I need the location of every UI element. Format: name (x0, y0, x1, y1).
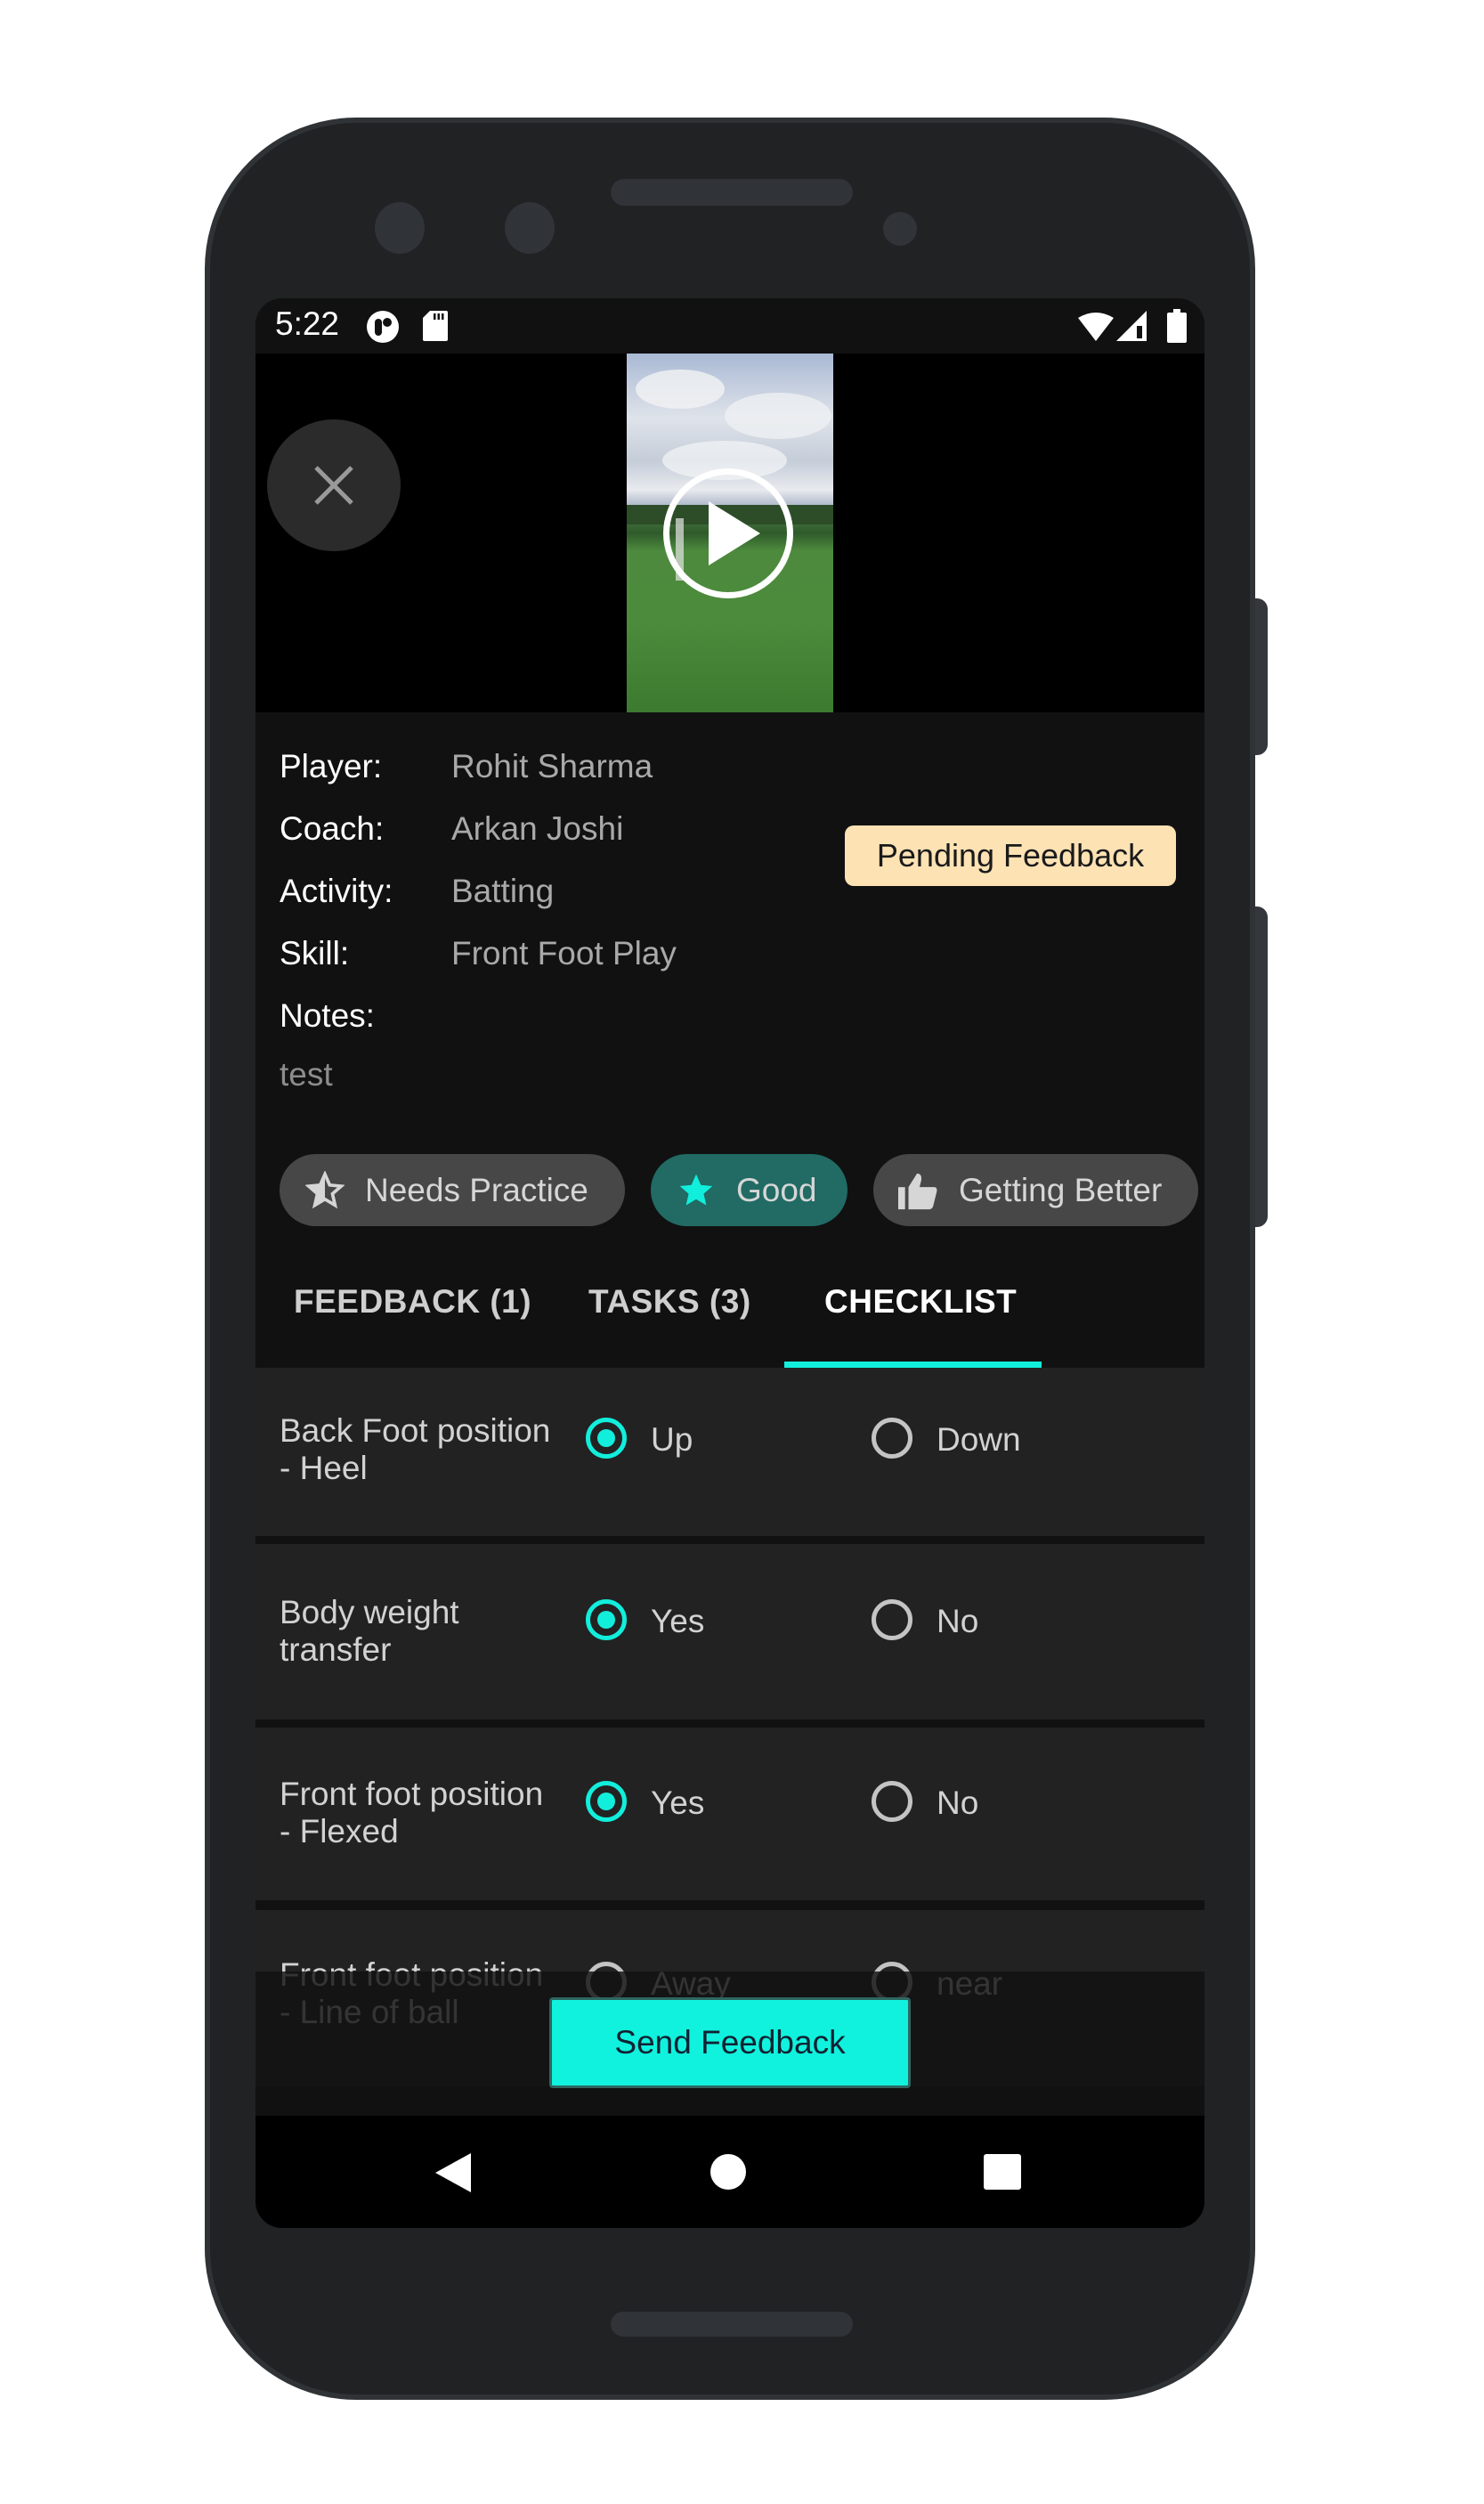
radio-option-a-label[interactable]: Yes (651, 1785, 704, 1822)
sd-card-icon (423, 311, 448, 341)
radio-option-b[interactable] (872, 1418, 912, 1459)
checklist-row: Back Foot position - Heel Up Down (255, 1368, 1204, 1536)
video-player[interactable] (255, 354, 1204, 712)
front-camera (505, 202, 555, 254)
radio-option-b-label[interactable]: Down (937, 1421, 1021, 1459)
activity-value: Batting (451, 873, 555, 909)
radio-option-b-label[interactable]: No (937, 1785, 978, 1822)
battery-icon (1167, 309, 1187, 343)
radio-option-b[interactable] (872, 1599, 912, 1640)
active-tab-indicator (784, 1362, 1042, 1368)
radio-option-a[interactable] (586, 1418, 627, 1459)
skill-value: Front Foot Play (451, 935, 677, 972)
status-bar: 5:22 (255, 298, 1204, 354)
app-screen: 5:22 Player: Rohit Sharma Coach: Arkan J… (255, 298, 1204, 2228)
skill-label: Skill: (280, 935, 350, 972)
radio-option-a-label[interactable]: Up (651, 1421, 693, 1459)
rating-chip-label: Getting Better (959, 1171, 1163, 1208)
back-icon[interactable] (435, 2153, 471, 2197)
checklist-row: Front foot position - Flexed Yes No (255, 1728, 1204, 1900)
rating-chip-good[interactable]: Good (651, 1154, 847, 1226)
coach-value: Arkan Joshi (451, 810, 624, 847)
volume-button (1255, 906, 1268, 1227)
video-thumbnail[interactable] (627, 354, 833, 712)
status-time: 5:22 (275, 305, 340, 342)
half-star-icon (304, 1170, 345, 1211)
wifi-icon (1078, 313, 1114, 341)
notes-label: Notes: (280, 997, 375, 1034)
system-nav-bar (255, 2116, 1204, 2228)
home-icon[interactable] (710, 2154, 746, 2194)
rating-chip-label: Good (736, 1171, 817, 1208)
status-badge: Pending Feedback (845, 825, 1176, 886)
rating-chip-getting-better[interactable]: Getting Better (873, 1154, 1198, 1226)
earpiece-speaker (611, 179, 853, 206)
player-label: Player: (280, 748, 383, 785)
checklist-item-label: Front foot position - Flexed (280, 1776, 544, 1850)
radio-option-a[interactable] (586, 1599, 627, 1640)
rating-chip-needs-practice[interactable]: Needs Practice (280, 1154, 625, 1226)
radio-option-b-label[interactable]: No (937, 1603, 978, 1640)
close-button[interactable] (267, 419, 401, 551)
front-sensor (375, 202, 425, 254)
tab-checklist[interactable]: CHECKLIST (824, 1283, 1017, 1321)
checklist-item-label: Body weight transfer (280, 1594, 459, 1668)
rating-chip-label: Needs Practice (365, 1171, 588, 1208)
tab-feedback[interactable]: FEEDBACK (1) (294, 1283, 531, 1321)
play-button[interactable] (663, 468, 793, 598)
close-icon (314, 466, 353, 505)
cell-signal-icon (1116, 311, 1147, 341)
notes-value: test (280, 1056, 333, 1093)
recents-icon[interactable] (984, 2154, 1021, 2194)
radio-option-a[interactable] (586, 1781, 627, 1822)
coach-label: Coach: (280, 810, 385, 847)
bottom-speaker (611, 2312, 853, 2337)
power-button (1255, 598, 1268, 755)
activity-label: Activity: (280, 873, 393, 909)
checklist-item-label: Back Foot position - Heel (280, 1412, 551, 1486)
radio-option-b[interactable] (872, 1781, 912, 1822)
proximity-sensor (883, 212, 917, 246)
star-icon (676, 1170, 717, 1211)
radio-option-a-label[interactable]: Yes (651, 1603, 704, 1640)
thumbs-up-icon (898, 1170, 939, 1211)
checklist-row: Body weight transfer Yes No (255, 1544, 1204, 1719)
send-feedback-button[interactable]: Send Feedback (549, 1997, 911, 2088)
app-notification-icon (367, 311, 399, 343)
player-value: Rohit Sharma (451, 748, 653, 785)
tab-tasks[interactable]: TASKS (3) (588, 1283, 751, 1321)
